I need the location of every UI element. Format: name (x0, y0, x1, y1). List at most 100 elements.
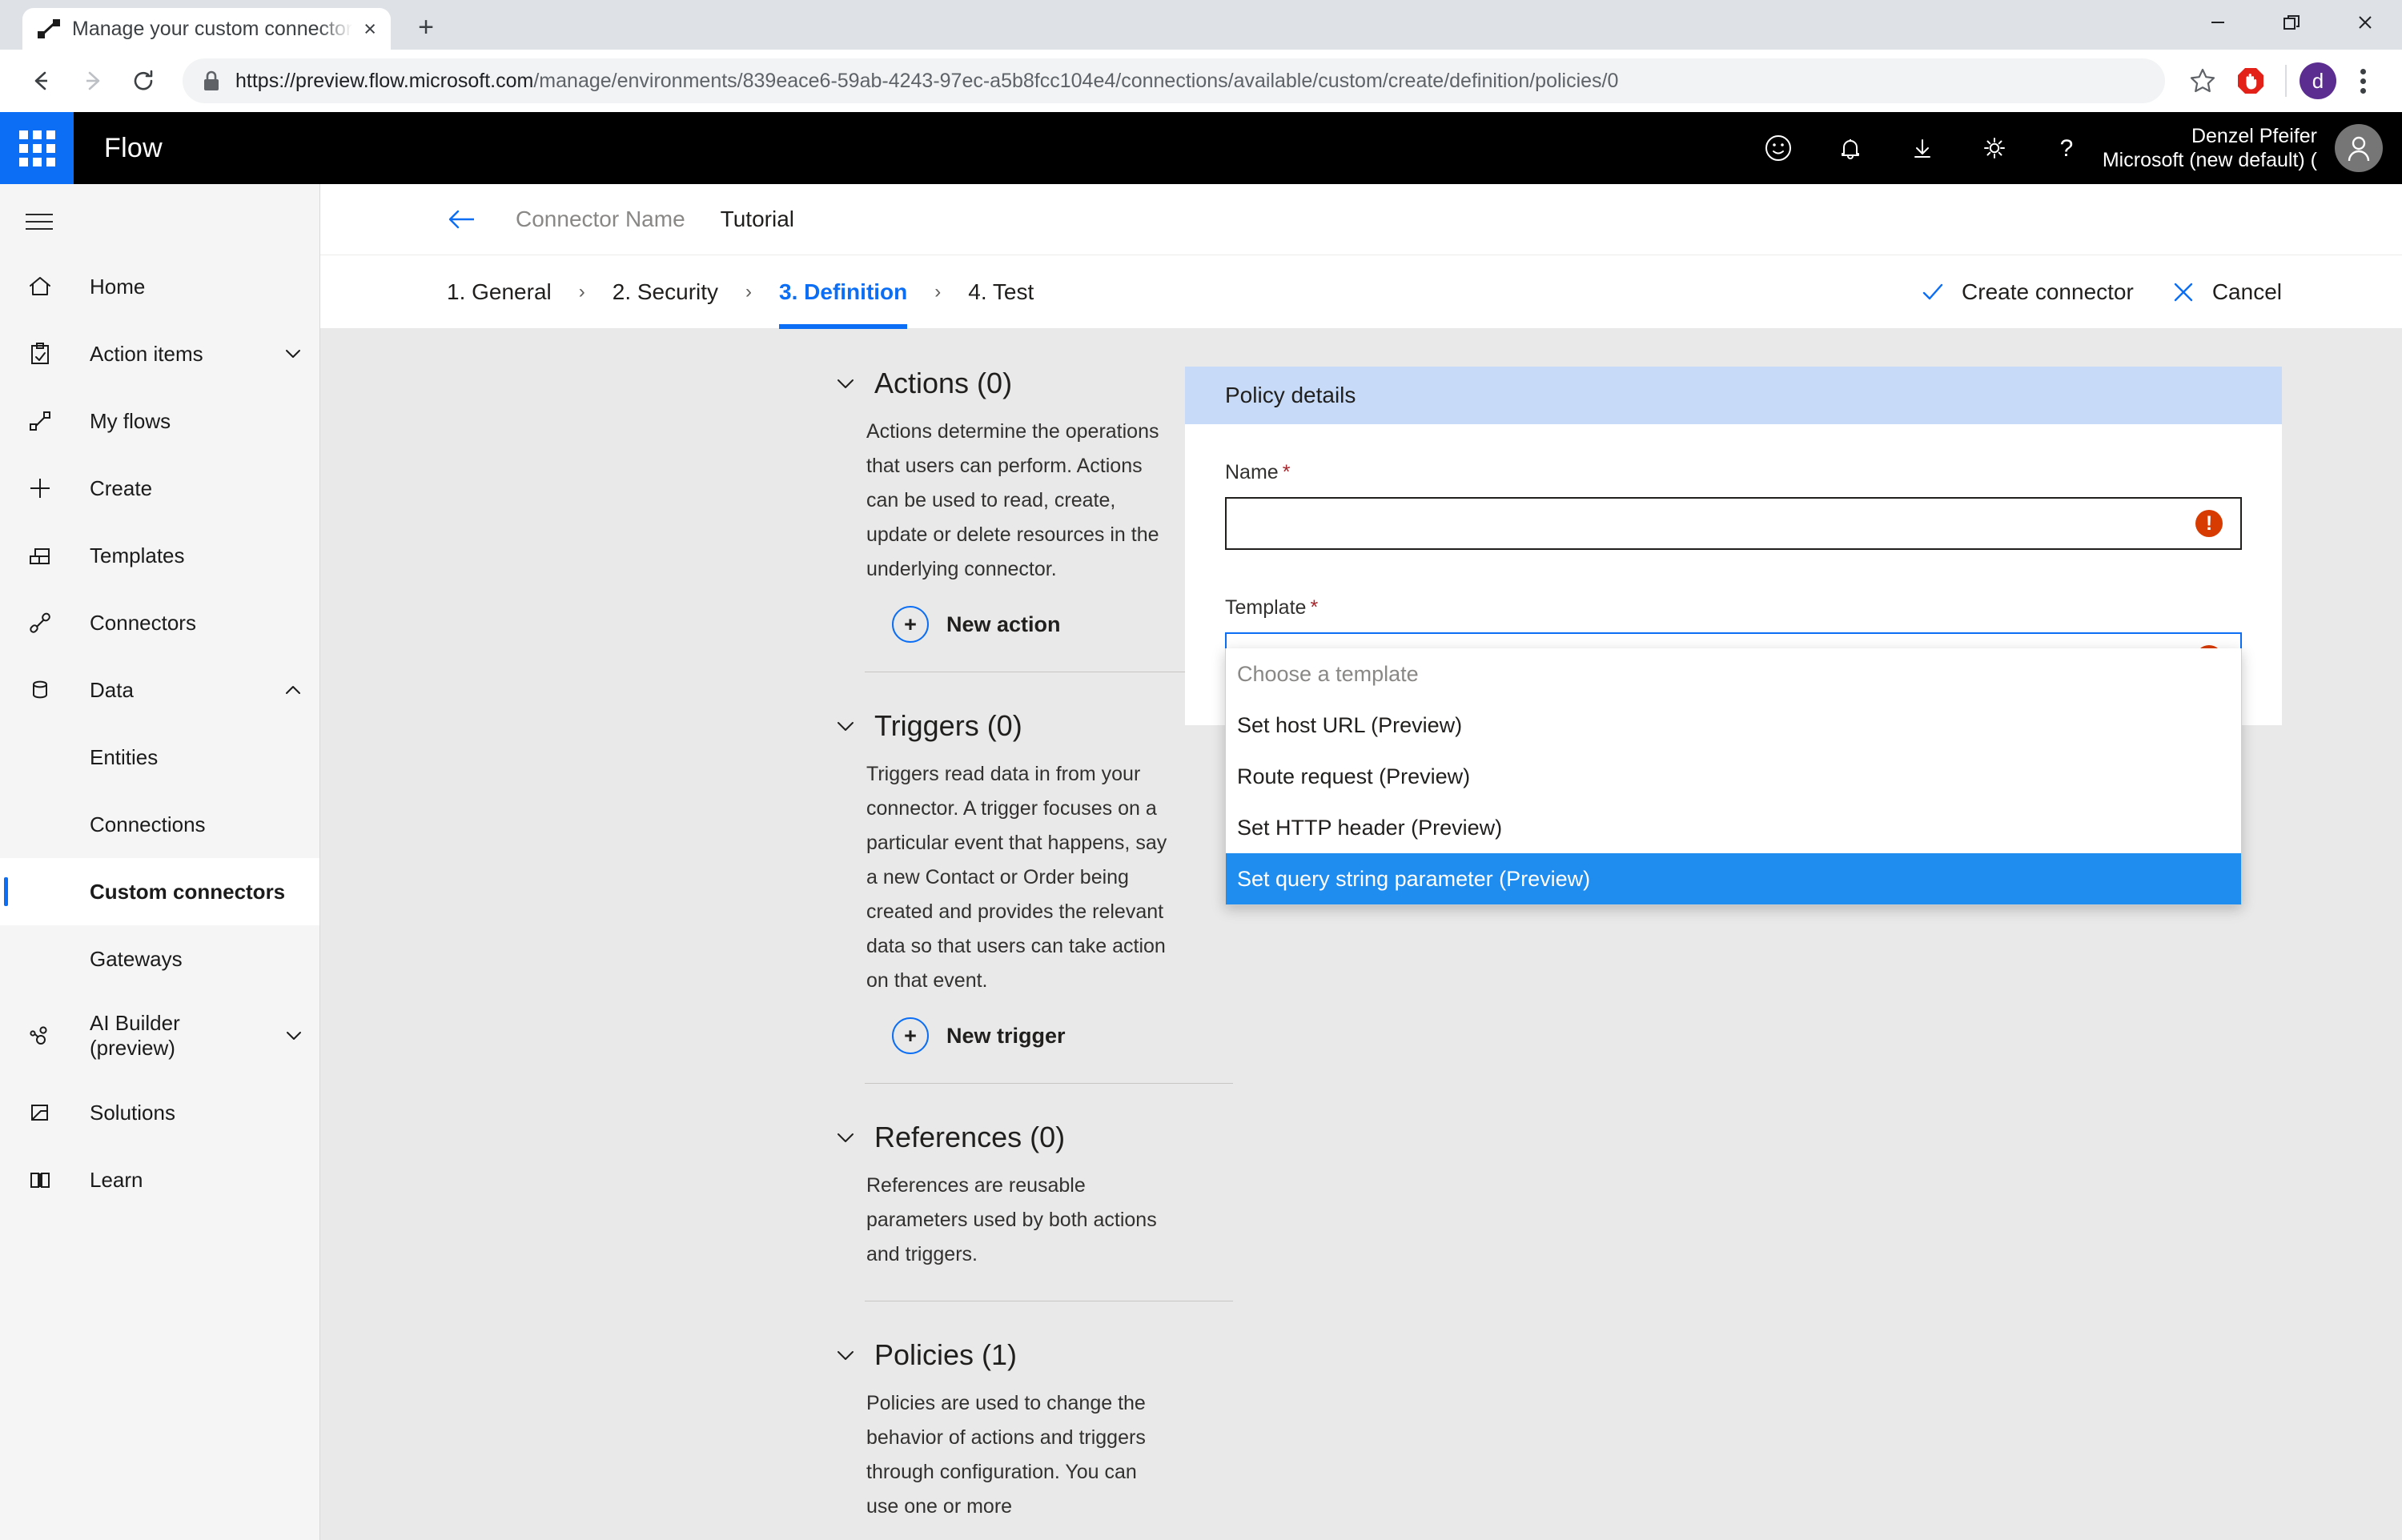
field-spacer (1225, 550, 2242, 596)
close-window-icon[interactable] (2328, 0, 2402, 45)
user-info[interactable]: Denzel Pfeifer Microsoft (new default) ( (2103, 124, 2335, 173)
error-exclamation-icon: ! (2195, 510, 2223, 537)
section-header-references[interactable]: References (0) (833, 1121, 1169, 1154)
sidebar-item-label: Solutions (90, 1100, 175, 1125)
section-header-policies[interactable]: Policies (1) (833, 1338, 1169, 1372)
sidebar-item-connectors[interactable]: Connectors (0, 589, 319, 656)
adblock-icon[interactable] (2229, 59, 2272, 102)
sidebar-item-custom-connectors[interactable]: Custom connectors (0, 858, 319, 925)
solutions-icon (24, 1097, 90, 1129)
address-bar[interactable]: https://preview.flow.microsoft.com/manag… (183, 58, 2165, 103)
app-brand[interactable]: Flow (104, 133, 163, 164)
home-icon (24, 271, 90, 303)
definition-section-policies: Policies (1) Policies are used to change… (833, 1338, 1169, 1532)
plus-circle-icon: + (892, 606, 929, 643)
chevron-down-icon[interactable] (267, 342, 319, 366)
settings-gear-icon[interactable] (1958, 112, 2030, 184)
plus-icon (24, 472, 90, 504)
dropdown-option-route-request[interactable]: Route request (Preview) (1226, 751, 2241, 802)
chevron-down-icon[interactable] (267, 1024, 319, 1048)
chevron-down-icon[interactable] (833, 1342, 858, 1368)
section-header-triggers[interactable]: Triggers (0) (833, 709, 1169, 743)
database-icon (24, 674, 90, 706)
close-x-icon (2171, 279, 2196, 305)
cancel-label: Cancel (2211, 279, 2282, 304)
cancel-button[interactable]: Cancel (2171, 279, 2282, 305)
create-connector-label: Create connector (1962, 279, 2134, 304)
reload-icon[interactable] (120, 58, 167, 104)
maximize-icon[interactable] (2255, 0, 2328, 45)
name-input[interactable]: ! (1225, 497, 2242, 550)
toolbar-divider (2285, 65, 2287, 97)
profile-avatar[interactable]: d (2300, 62, 2336, 99)
back-icon[interactable] (18, 58, 64, 104)
sidebar-item-create[interactable]: Create (0, 455, 319, 522)
wizard-step-test[interactable]: 4. Test (968, 255, 1034, 329)
browser-tab[interactable]: Manage your custom connectors × (22, 8, 391, 50)
policy-details-header: Policy details (1185, 367, 2282, 424)
window-controls (2181, 0, 2402, 45)
sidebar-item-solutions[interactable]: Solutions (0, 1079, 319, 1146)
new-tab-button[interactable]: + (408, 11, 444, 43)
dropdown-option-set-query-string-parameter[interactable]: Set query string parameter (Preview) (1226, 853, 2241, 904)
sidebar-item-connections[interactable]: Connections (0, 791, 319, 858)
sidebar-item-learn[interactable]: Learn (0, 1146, 319, 1213)
sidebar-item-label: AI Builder (preview) (90, 1011, 180, 1060)
sidebar-item-label: Templates (90, 543, 185, 567)
sidebar-item-label: Data (90, 677, 134, 702)
section-header-actions[interactable]: Actions (0) (833, 367, 1169, 400)
definition-section-triggers: Triggers (0) Triggers read data in from … (833, 709, 1233, 1121)
flow-favicon (37, 18, 61, 39)
avatar[interactable] (2335, 124, 2383, 172)
wizard-step-definition[interactable]: 3. Definition (779, 255, 908, 329)
new-action-button[interactable]: + New action (833, 606, 1169, 643)
breadcrumb-current: Tutorial (720, 207, 794, 231)
sidebar-item-ai-builder[interactable]: AI Builder (preview) (0, 993, 319, 1079)
sidebar-item-templates[interactable]: Templates (0, 522, 319, 589)
minimize-icon[interactable] (2181, 0, 2255, 45)
sidebar-item-label: Connectors (90, 610, 196, 635)
sidebar-item-label: Connections (90, 812, 206, 836)
sidebar-item-my-flows[interactable]: My flows (0, 387, 319, 455)
dropdown-option-placeholder[interactable]: Choose a template (1226, 648, 2241, 700)
wizard-step-general[interactable]: 1. General (447, 255, 552, 329)
url-host: https://preview.flow.microsoft.com (235, 69, 534, 92)
star-icon[interactable] (2181, 59, 2224, 102)
sidebar-item-gateways[interactable]: Gateways (0, 925, 319, 993)
forward-icon[interactable] (69, 58, 115, 104)
sidebar-item-entities[interactable]: Entities (0, 724, 319, 791)
section-description: Actions determine the operations that us… (866, 420, 1159, 580)
section-description: Triggers read data in from your connecto… (866, 763, 1167, 992)
section-title: Policies (1) (874, 1338, 1018, 1371)
template-dropdown-list[interactable]: Choose a template Set host URL (Preview)… (1225, 648, 2242, 905)
wizard-step-security[interactable]: 2. Security (613, 255, 718, 329)
chevron-down-icon[interactable] (833, 1125, 858, 1150)
breadcrumb-connector-name[interactable]: Connector Name (516, 207, 685, 232)
chevron-up-icon[interactable] (267, 678, 319, 702)
app-launcher-icon[interactable] (0, 112, 74, 184)
notification-bell-icon[interactable] (1814, 112, 1886, 184)
download-icon[interactable] (1886, 112, 1958, 184)
menu-toggle-button[interactable] (0, 190, 319, 253)
new-trigger-button[interactable]: + New trigger (833, 1017, 1169, 1054)
url-text: https://preview.flow.microsoft.com/manag… (235, 70, 1618, 93)
sidebar-item-label: Custom connectors (90, 879, 286, 904)
sidebar-item-data[interactable]: Data (0, 656, 319, 724)
clipboard-check-icon (24, 338, 90, 370)
chevron-down-icon[interactable] (833, 371, 858, 396)
dropdown-option-set-host-url[interactable]: Set host URL (Preview) (1226, 700, 2241, 751)
back-arrow-icon[interactable] (447, 207, 480, 232)
close-icon[interactable]: × (364, 18, 376, 40)
sidebar-item-home[interactable]: Home (0, 253, 319, 320)
policy-details-card: Policy details Name * ! Template * Choos… (1185, 367, 2282, 905)
kebab-menu-icon[interactable] (2341, 59, 2384, 102)
feedback-smiley-icon[interactable] (1742, 112, 1814, 184)
sidebar-item-label: Create (90, 475, 153, 500)
chevron-down-icon[interactable] (833, 713, 858, 739)
section-description: References are reusable parameters used … (866, 1174, 1157, 1265)
sidebar-item-action-items[interactable]: Action items (0, 320, 319, 387)
dropdown-option-set-http-header[interactable]: Set HTTP header (Preview) (1226, 802, 2241, 853)
help-question-icon[interactable]: ? (2030, 112, 2103, 184)
create-connector-button[interactable]: Create connector (1920, 279, 2134, 305)
book-icon (24, 1164, 90, 1196)
